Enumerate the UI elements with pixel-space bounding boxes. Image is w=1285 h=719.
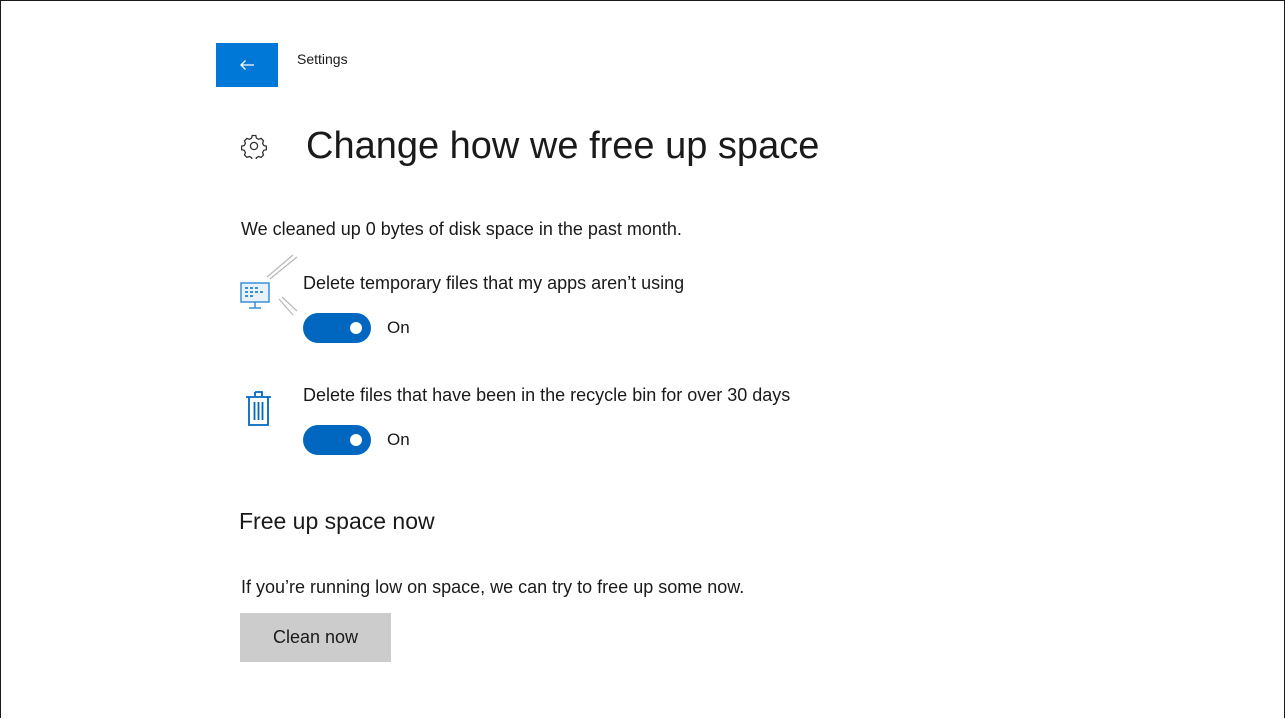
recycle-bin-icon — [246, 391, 271, 426]
recycle-bin-label: Delete files that have been in the recyc… — [303, 385, 791, 405]
recycle-bin-toggle[interactable] — [303, 425, 371, 455]
toggle-knob — [350, 322, 362, 334]
settings-window: Settings Change how we free up space We … — [0, 0, 1285, 718]
free-up-section-title: Free up space now — [239, 508, 435, 534]
gear-icon — [241, 134, 267, 159]
temporary-files-icon — [240, 254, 298, 316]
temporary-files-state: On — [387, 318, 410, 337]
back-button[interactable] — [216, 43, 278, 87]
page-title: Change how we free up space — [306, 125, 820, 167]
app-title: Settings — [297, 51, 348, 67]
free-up-description: If you’re running low on space, we can t… — [241, 577, 745, 597]
temporary-files-toggle[interactable] — [303, 313, 371, 343]
toggle-knob — [350, 434, 362, 446]
recycle-bin-state: On — [387, 430, 410, 449]
cleanup-summary: We cleaned up 0 bytes of disk space in t… — [241, 219, 682, 239]
clean-now-button[interactable]: Clean now — [240, 613, 391, 662]
back-arrow-icon — [240, 60, 254, 70]
temporary-files-label: Delete temporary files that my apps aren… — [303, 273, 685, 293]
